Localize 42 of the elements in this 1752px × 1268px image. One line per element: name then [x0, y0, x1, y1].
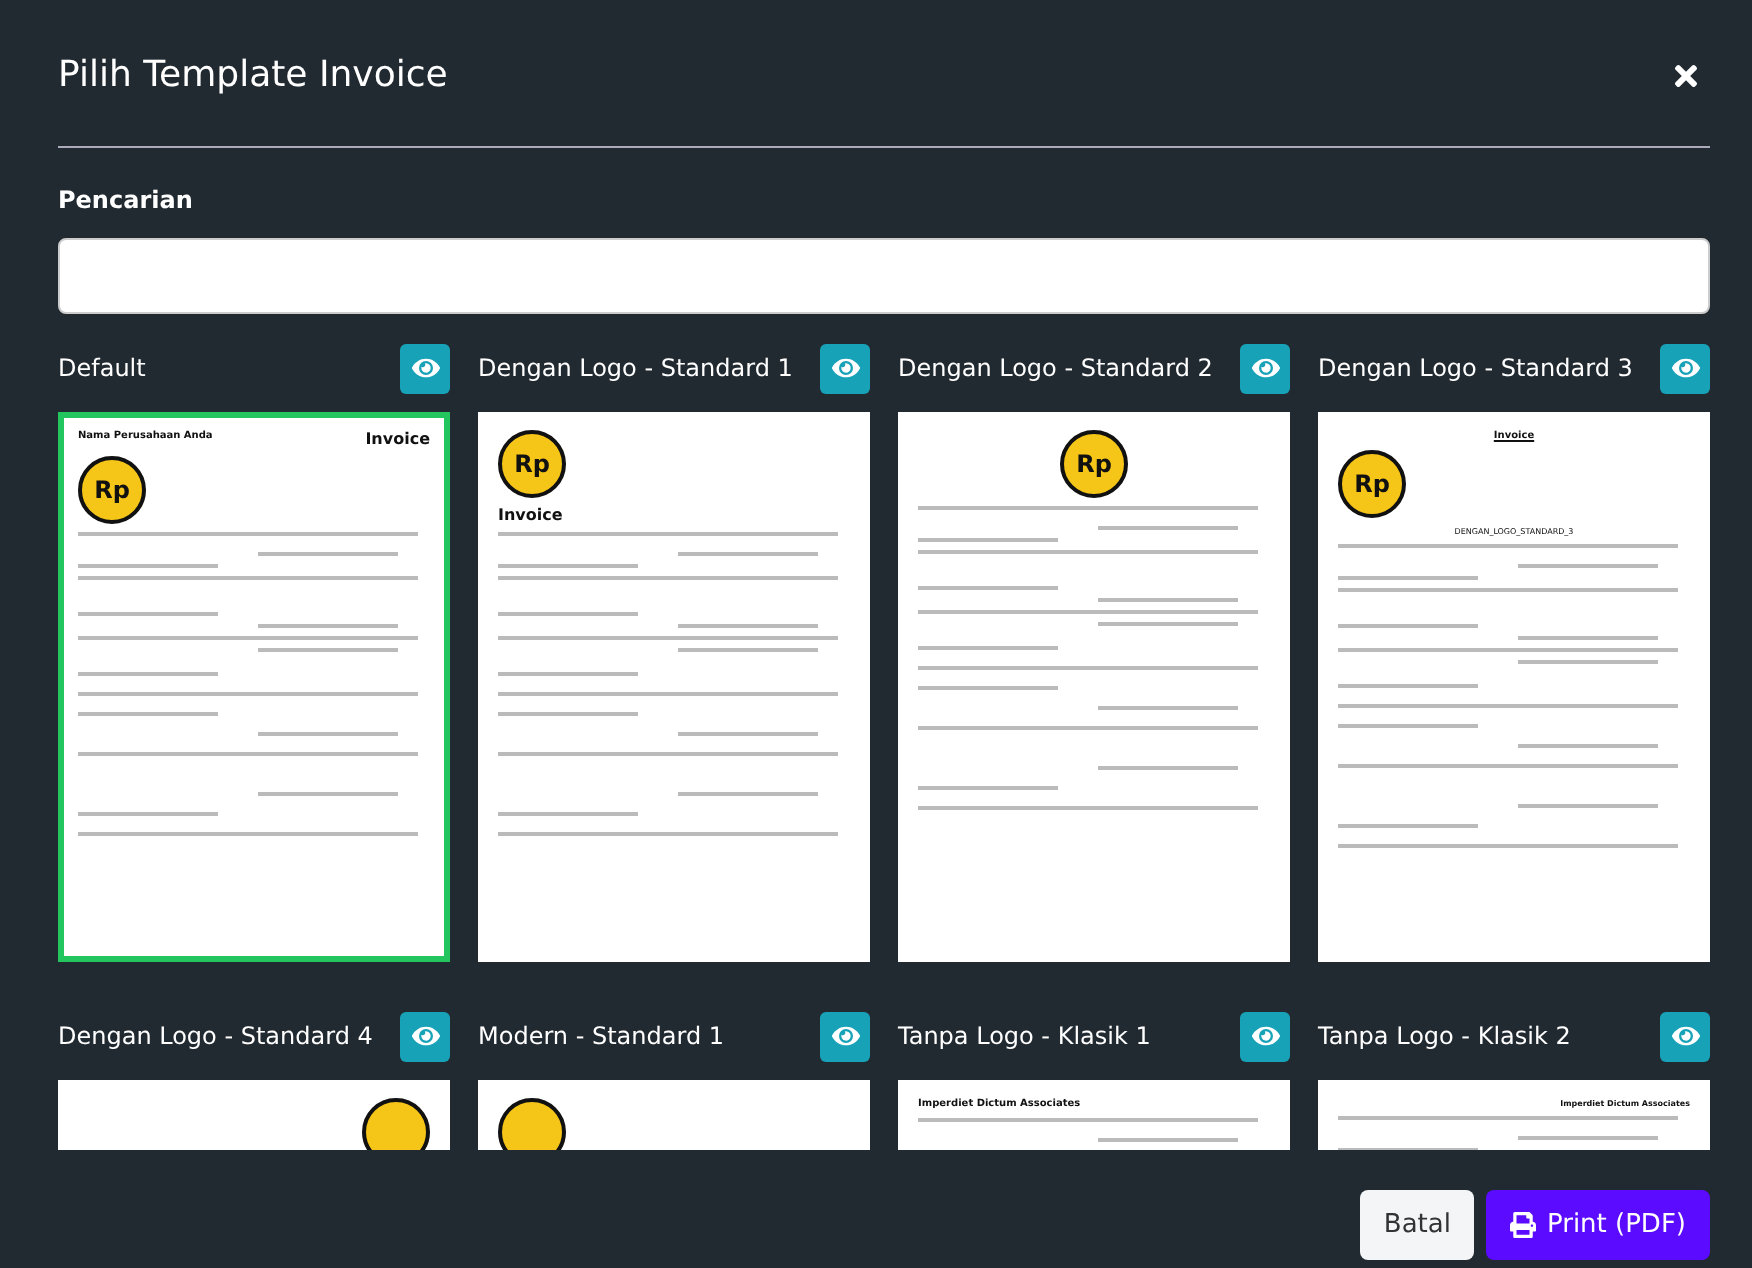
logo-icon: Rp	[78, 456, 146, 524]
template-preview[interactable]: Rp Invoice	[478, 412, 870, 962]
eye-icon	[1251, 1022, 1279, 1050]
search-field[interactable]	[58, 238, 1710, 314]
template-name: Dengan Logo - Standard 3	[1318, 354, 1633, 382]
search-label: Pencarian	[58, 186, 195, 214]
print-button[interactable]: Print (PDF)	[1486, 1190, 1710, 1260]
preview-button[interactable]	[400, 343, 450, 393]
dialog-title: Pilih Template Invoice	[58, 54, 448, 96]
template-name: Modern - Standard 1	[478, 1022, 725, 1050]
preview-button[interactable]	[820, 343, 870, 393]
invoice-title: Invoice	[365, 430, 430, 448]
close-button[interactable]	[1670, 59, 1702, 91]
preview-button[interactable]	[400, 1011, 450, 1061]
invoice-title: Invoice	[498, 506, 563, 524]
logo-icon: Rp	[1060, 430, 1128, 498]
template-name: Tanpa Logo - Klasik 2	[1318, 1022, 1571, 1050]
eye-icon	[411, 354, 439, 382]
template-name: Dengan Logo - Standard 2	[898, 354, 1213, 382]
template-name: Dengan Logo - Standard 4	[58, 1022, 373, 1050]
preview-button[interactable]	[820, 1011, 870, 1061]
logo-icon: Rp	[1338, 450, 1406, 518]
eye-icon	[1671, 1022, 1699, 1050]
preview-button[interactable]	[1240, 1011, 1290, 1061]
template-name: Tanpa Logo - Klasik 1	[898, 1022, 1151, 1050]
eye-icon	[1251, 354, 1279, 382]
logo-icon	[498, 1098, 566, 1150]
template-preview[interactable]: Rp	[898, 412, 1290, 962]
logo-icon: Rp	[498, 430, 566, 498]
eye-icon	[831, 354, 859, 382]
cancel-button[interactable]: Batal	[1359, 1190, 1475, 1260]
preview-button[interactable]	[1660, 1011, 1710, 1061]
preview-button[interactable]	[1660, 343, 1710, 393]
printer-icon	[1510, 1212, 1537, 1238]
template-name: Default	[58, 354, 146, 382]
template-name: Dengan Logo - Standard 1	[478, 354, 793, 382]
eye-icon	[411, 1022, 439, 1050]
eye-icon	[831, 1022, 859, 1050]
preview-button[interactable]	[1240, 343, 1290, 393]
logo-icon	[362, 1098, 430, 1150]
close-icon	[1670, 59, 1702, 91]
eye-icon	[1671, 354, 1699, 382]
